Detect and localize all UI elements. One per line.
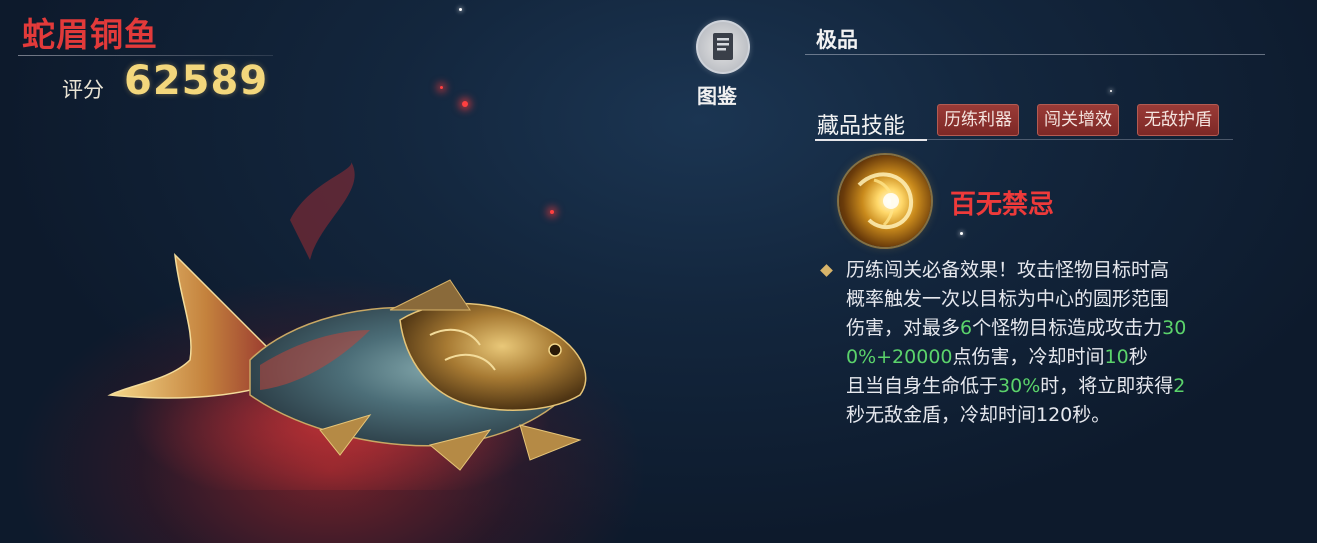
fish-eye xyxy=(548,343,562,357)
burst-glyph xyxy=(857,172,914,230)
highlighted-value: 10 xyxy=(1104,346,1129,368)
description-text: 时，将立即获得 xyxy=(1040,375,1174,397)
tab-row-divider xyxy=(927,139,1233,140)
grade-divider xyxy=(805,54,1265,55)
description-line: 0%+20000点伤害，冷却时间10秒 xyxy=(846,343,1266,372)
fish-tail xyxy=(107,252,271,399)
anal-fin xyxy=(519,424,582,461)
description-text: 概率触发一次以目标为中心的圆形范围 xyxy=(846,288,1170,310)
skill-tag: 闯关增效 xyxy=(1037,104,1119,136)
codex-button[interactable]: 图鉴 xyxy=(693,20,751,112)
description-text: 伤害，对最多 xyxy=(846,317,961,339)
highlighted-value: 0%+20000 xyxy=(846,346,953,368)
diamond-bullet-icon xyxy=(820,264,833,277)
description-text: 且当自身生命低于 xyxy=(846,375,999,397)
star-particle xyxy=(960,232,963,235)
description-text: 历练闯关必备效果！攻击怪物目标时高 xyxy=(846,259,1170,281)
grade-label: 极品 xyxy=(816,28,858,52)
red-flame xyxy=(290,160,355,260)
highlighted-value: 6 xyxy=(960,317,973,339)
highlighted-value: 30 xyxy=(1162,317,1187,339)
star-particle xyxy=(459,8,462,11)
description-line: 秒无敌金盾，冷却时间120秒。 xyxy=(846,401,1266,430)
description-text: 秒无敌金盾，冷却时间120秒。 xyxy=(846,404,1111,426)
active-tab-underline xyxy=(815,139,927,141)
codex-label: 图鉴 xyxy=(697,84,737,108)
description-text: 点伤害，冷却时间 xyxy=(952,346,1105,368)
book-icon xyxy=(696,20,750,74)
golden-burst-icon[interactable] xyxy=(839,155,931,247)
star-particle xyxy=(1110,90,1112,92)
description-line: 伤害，对最多6个怪物目标造成攻击力30 xyxy=(846,314,1266,343)
score-value: 62589 xyxy=(124,58,269,104)
score-label: 评分 xyxy=(62,78,104,102)
skill-tag: 历练利器 xyxy=(937,104,1019,136)
red-glow-particle xyxy=(440,86,443,89)
highlighted-value: 30% xyxy=(998,375,1041,397)
book-glyph xyxy=(713,33,733,60)
title-divider xyxy=(18,55,273,56)
tab-collection-skills[interactable]: 藏品技能 xyxy=(817,108,905,140)
skill-name: 百无禁忌 xyxy=(950,190,1055,220)
highlighted-value: 2 xyxy=(1173,375,1186,397)
fish-model[interactable] xyxy=(100,160,620,490)
description-text: 个怪物目标造成攻击力 xyxy=(972,317,1163,339)
red-glow-particle xyxy=(462,101,468,107)
item-name: 蛇眉铜鱼 xyxy=(22,15,158,54)
description-line: 且当自身生命低于30%时，将立即获得2 xyxy=(846,372,1266,401)
description-text: 秒 xyxy=(1128,346,1148,368)
description-line: 历练闯关必备效果！攻击怪物目标时高 xyxy=(846,256,1266,285)
dorsal-fin xyxy=(389,279,471,311)
skill-description: 历练闯关必备效果！攻击怪物目标时高 概率触发一次以目标为中心的圆形范围 伤害，对最多… xyxy=(846,256,1266,430)
skill-tag: 无敌护盾 xyxy=(1137,104,1219,136)
description-line: 概率触发一次以目标为中心的圆形范围 xyxy=(846,285,1266,314)
